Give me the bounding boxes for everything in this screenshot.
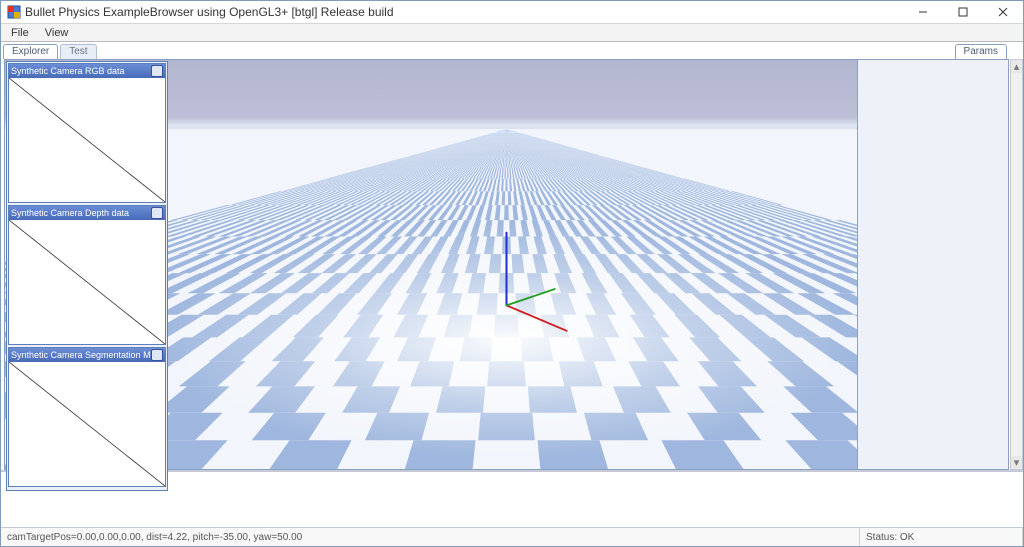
panel-preview [9,220,165,344]
panel-toggle[interactable] [151,207,163,219]
app-window: Bullet Physics ExampleBrowser using Open… [0,0,1024,547]
tab-test[interactable]: Test [60,44,96,59]
panel-preview [9,362,165,486]
panel-toggle[interactable] [151,349,163,361]
menu-view[interactable]: View [37,26,77,40]
panel-preview [9,78,165,202]
panel-title: Synthetic Camera RGB data [11,66,151,76]
scroll-track[interactable] [1011,73,1022,456]
params-panel [857,59,1009,470]
status-camera: camTargetPos=0.00,0.00,0.00, dist=4.22, … [1,528,860,546]
window-title: Bullet Physics ExampleBrowser using Open… [25,5,903,19]
close-button[interactable] [983,1,1023,23]
status-bar: camTargetPos=0.00,0.00,0.00, dist=4.22, … [1,527,1023,546]
panel-header[interactable]: Synthetic Camera Depth data [9,206,165,220]
explorer-panel: Synthetic Camera RGB data Synthetic Came… [6,61,168,491]
scroll-up-icon[interactable]: ▴ [1011,60,1022,73]
status-ok: Status: OK [860,528,1023,546]
maximize-button[interactable] [943,1,983,23]
panel-header[interactable]: Synthetic Camera Segmentation Mask [9,348,165,362]
scroll-down-icon[interactable]: ▾ [1011,456,1022,469]
left-tab-strip: Explorer Test [3,44,99,59]
panel-title: Synthetic Camera Segmentation Mask [11,350,151,360]
menu-file[interactable]: File [3,26,37,40]
panel-header[interactable]: Synthetic Camera RGB data [9,64,165,78]
tab-explorer[interactable]: Explorer [3,44,58,59]
explorer-item-segmentation: Synthetic Camera Segmentation Mask [8,347,166,487]
panel-toggle[interactable] [151,65,163,77]
explorer-item-depth: Synthetic Camera Depth data [8,205,166,345]
panel-title: Synthetic Camera Depth data [11,208,151,218]
tab-params[interactable]: Params [955,44,1007,59]
menu-bar: File View [1,24,1023,42]
explorer-item-rgb: Synthetic Camera RGB data [8,63,166,203]
vertical-scrollbar[interactable]: ▴ ▾ [1010,59,1023,470]
minimize-button[interactable] [903,1,943,23]
app-icon [7,5,21,19]
right-tab-strip: Params [955,44,1009,59]
workspace: Explorer Test Params [1,42,1023,470]
title-bar: Bullet Physics ExampleBrowser using Open… [1,1,1023,24]
